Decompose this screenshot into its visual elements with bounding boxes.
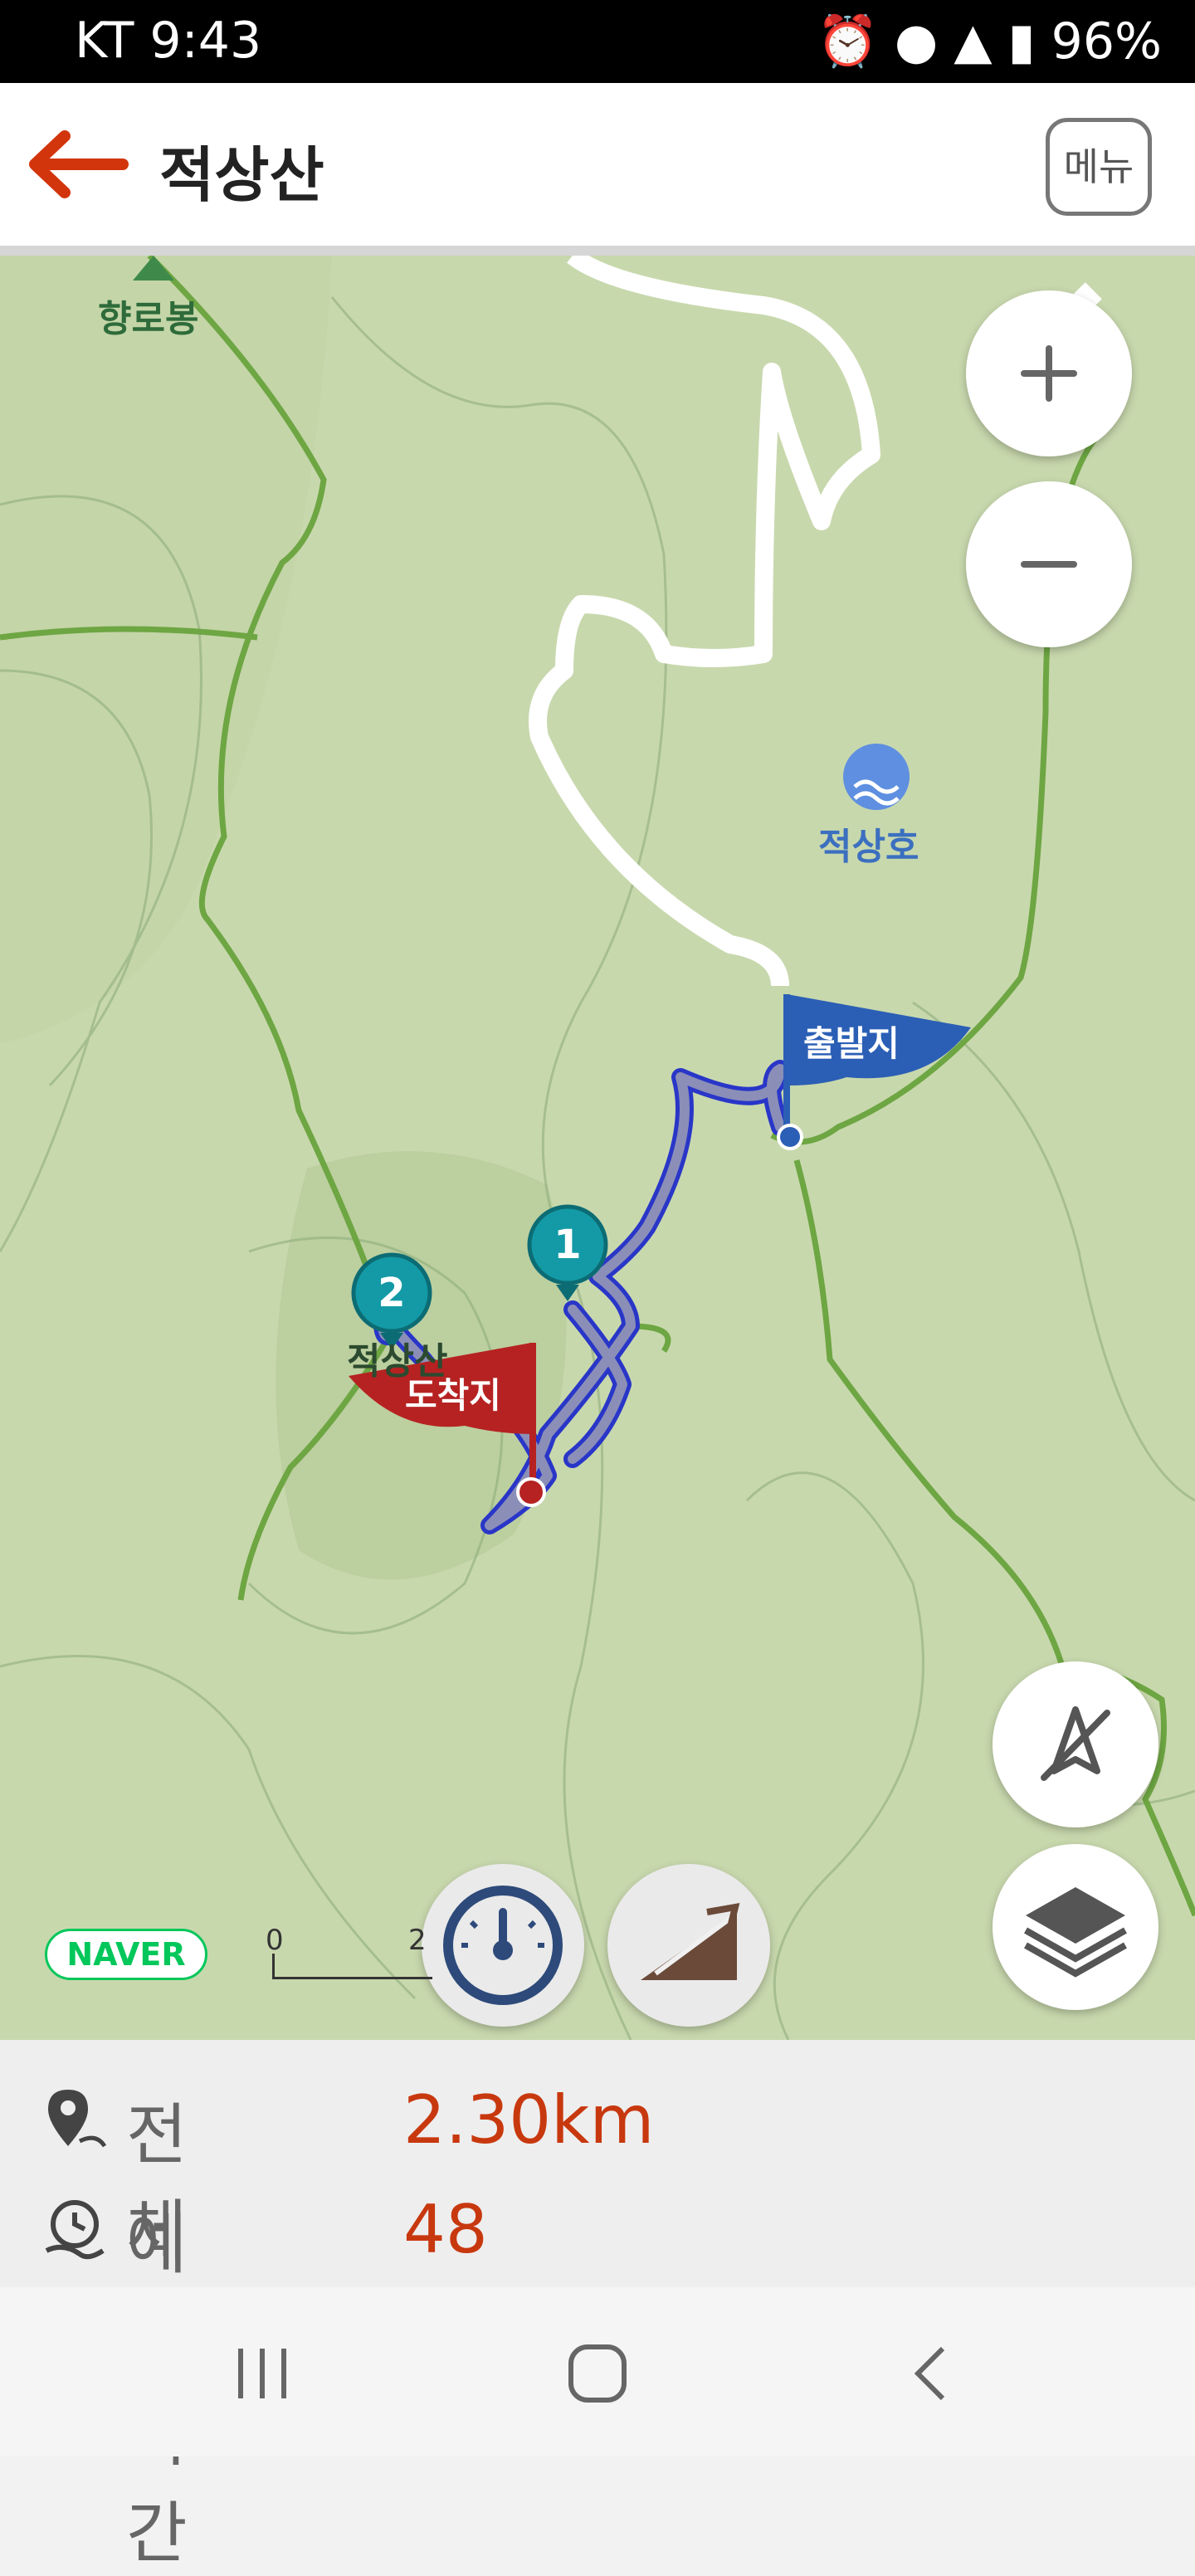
home-icon[interactable] <box>558 2340 637 2407</box>
menu-button[interactable]: 메뉴 <box>1046 118 1152 216</box>
start-flag-label: 출발지 <box>803 1023 900 1064</box>
scale-bar <box>272 1954 432 1979</box>
distance-value: 2.30km <box>403 2081 655 2159</box>
minus-icon <box>1021 561 1077 568</box>
speedometer-icon <box>443 1886 563 2005</box>
page-title: 적상산 <box>159 140 324 210</box>
compass-off-icon <box>1041 1706 1110 1781</box>
back-arrow-icon[interactable] <box>23 123 131 206</box>
speed-gauge-button[interactable] <box>422 1864 584 2027</box>
map-view[interactable]: 향로봉 적상호 적상산 출발지 도착지 1 2 NAVER 0 2 <box>0 256 1195 2040</box>
map-layers-button[interactable] <box>993 1844 1158 2010</box>
system-nav-bar <box>0 2287 1195 2456</box>
app-bar: 적상산 메뉴 <box>0 83 1195 256</box>
clock-icon <box>45 2200 105 2260</box>
waypoint-number-2: 2 <box>378 1270 406 1316</box>
zoom-in-button[interactable] <box>966 290 1132 456</box>
status-icons: ⏰ ● ▲ ▮ <box>817 12 1051 71</box>
plus-icon <box>1021 345 1077 402</box>
scale-start-label: 0 <box>266 1924 284 1957</box>
route-info-panel: 전체거리 2.30km 예상시간 48분 <box>0 2040 1195 2572</box>
lake-label: 적상호 <box>818 826 919 868</box>
status-bar: KT 9:43 ⏰ ● ▲ ▮ 96% <box>0 0 1195 83</box>
end-flag-label: 도착지 <box>405 1375 501 1416</box>
location-tracking-button[interactable] <box>993 1661 1158 1827</box>
carrier-time: KT 9:43 <box>75 12 262 70</box>
layers-icon <box>1024 1887 1127 1978</box>
peak-label: 향로봉 <box>98 298 199 340</box>
elevation-profile-button[interactable] <box>607 1864 770 2027</box>
waypoint-number-1: 1 <box>554 1222 582 1268</box>
zoom-out-button[interactable] <box>966 481 1132 647</box>
map-scale: 0 2 <box>266 1924 432 1982</box>
route-pin-icon <box>48 2090 107 2148</box>
recent-apps-icon[interactable] <box>229 2340 295 2407</box>
scale-end-label: 2 <box>408 1924 427 1957</box>
naver-logo: NAVER <box>45 1929 207 1980</box>
battery-level: ⏰ ● ▲ ▮ 96% <box>817 12 1162 71</box>
elevation-icon <box>641 1902 740 1980</box>
system-back-icon[interactable] <box>896 2340 963 2407</box>
